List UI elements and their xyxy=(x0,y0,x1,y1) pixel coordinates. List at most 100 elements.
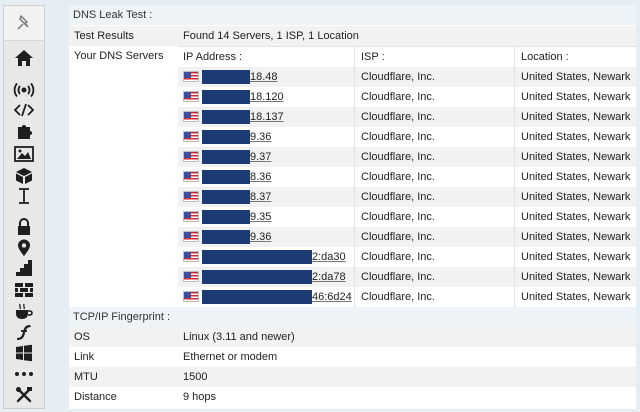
fingerprint-value: 1500 xyxy=(183,371,208,383)
ip-address-link[interactable]: 18.48 xyxy=(250,67,278,87)
us-flag-icon xyxy=(183,71,199,82)
location-cell: United States, Newark xyxy=(521,191,631,203)
us-flag-icon xyxy=(183,291,199,302)
us-flag-icon xyxy=(183,91,199,102)
dns-server-row: 18.120 Cloudflare, Inc. United States, New… xyxy=(178,87,636,107)
cube-icon[interactable] xyxy=(8,166,40,186)
fingerprint-label: Link xyxy=(74,351,95,363)
location-cell: United States, Newark xyxy=(521,251,631,263)
fingerprint-row-link: Link Ethernet or modem xyxy=(69,347,636,367)
fingerprint-label: MTU xyxy=(74,371,98,383)
fingerprint-row-distance: Distance 9 hops xyxy=(69,387,636,407)
dns-leak-heading-text: DNS Leak Test : xyxy=(73,9,153,21)
dns-server-row: 9.35 Cloudflare, Inc. United States, Newar… xyxy=(178,207,636,227)
us-flag-icon xyxy=(183,151,199,162)
us-flag-icon xyxy=(183,251,199,262)
location-cell: United States, Newark xyxy=(521,91,631,103)
us-flag-icon xyxy=(183,271,199,282)
fingerprint-value: Linux (3.11 and newer) xyxy=(183,331,295,343)
ip-address-link[interactable]: 8.36 xyxy=(250,167,271,187)
windows-icon[interactable] xyxy=(8,343,40,363)
ip-address-link[interactable]: 18.137 xyxy=(250,107,284,127)
location-pin-icon[interactable] xyxy=(8,238,40,258)
redacted-ip-block xyxy=(202,290,312,304)
column-divider xyxy=(354,47,355,307)
dns-server-row: 8.37 Cloudflare, Inc. United States, Newar… xyxy=(178,187,636,207)
text-cursor-icon[interactable] xyxy=(8,186,40,206)
home-icon[interactable] xyxy=(8,48,40,68)
redacted-ip-block xyxy=(202,130,250,144)
puzzle-icon[interactable] xyxy=(8,121,40,141)
isp-cell: Cloudflare, Inc. xyxy=(361,211,435,223)
flash-icon[interactable] xyxy=(8,322,40,342)
column-divider xyxy=(514,47,515,307)
test-results-label: Test Results xyxy=(74,30,134,42)
fingerprint-value: Ethernet or modem xyxy=(183,351,278,363)
dns-servers-label: Your DNS Servers xyxy=(74,50,164,62)
ip-address-link[interactable]: 9.36 xyxy=(250,127,271,147)
test-results-value: Found 14 Servers, 1 ISP, 1 Location xyxy=(183,30,359,42)
lock-icon[interactable] xyxy=(8,217,40,237)
redacted-ip-block xyxy=(202,230,250,244)
dns-server-row: 8.36 Cloudflare, Inc. United States, Newar… xyxy=(178,167,636,187)
dns-server-row: 46:6d24 Cloudflare, Inc. United States, Ne… xyxy=(178,287,636,307)
us-flag-icon xyxy=(183,111,199,122)
fingerprint-value: 9 hops xyxy=(183,391,217,403)
dns-servers-header: IP Address : ISP : Location : xyxy=(178,47,636,67)
isp-cell: Cloudflare, Inc. xyxy=(361,271,435,283)
col-isp: ISP : xyxy=(361,51,385,63)
isp-cell: Cloudflare, Inc. xyxy=(361,191,435,203)
coffee-cup-icon[interactable] xyxy=(8,302,40,322)
dns-server-row: 9.36 Cloudflare, Inc. United States, Newar… xyxy=(178,227,636,247)
fingerprint-row-os: OS Linux (3.11 and newer) xyxy=(69,327,636,347)
redacted-ip-block xyxy=(202,150,250,164)
isp-cell: Cloudflare, Inc. xyxy=(361,291,435,303)
us-flag-icon xyxy=(183,191,199,202)
location-cell: United States, Newark xyxy=(521,271,631,283)
broadcast-icon[interactable] xyxy=(8,80,40,100)
redacted-ip-block xyxy=(202,90,250,104)
results-panel: DNS Leak Test : Test Results Found 14 Se… xyxy=(69,5,636,409)
location-cell: United States, Newark xyxy=(521,111,631,123)
ip-address-link[interactable]: 9.36 xyxy=(250,227,271,247)
redacted-ip-block xyxy=(202,170,250,184)
ip-address-link[interactable]: 2:da78 xyxy=(312,267,346,287)
isp-cell: Cloudflare, Inc. xyxy=(361,231,435,243)
fingerprint-label: Distance xyxy=(74,391,117,403)
col-location: Location : xyxy=(521,51,569,63)
dns-servers-body: 18.48 Cloudflare, Inc. United States, Newa… xyxy=(178,67,636,307)
redacted-ip-block xyxy=(202,250,312,264)
us-flag-icon xyxy=(183,171,199,182)
ip-address-link[interactable]: 46:6d24 xyxy=(312,287,352,307)
ip-address-link[interactable]: 8.37 xyxy=(250,187,271,207)
redacted-ip-block xyxy=(202,70,250,84)
tools-icon[interactable] xyxy=(8,385,40,405)
location-cell: United States, Newark xyxy=(521,131,631,143)
isp-cell: Cloudflare, Inc. xyxy=(361,111,435,123)
redacted-ip-block xyxy=(202,190,250,204)
fingerprint-heading: TCP/IP Fingerprint : xyxy=(69,307,636,327)
ip-address-link[interactable]: 18.120 xyxy=(250,87,284,107)
us-flag-icon xyxy=(183,211,199,222)
code-icon[interactable] xyxy=(8,100,40,120)
redacted-ip-block xyxy=(202,110,250,124)
location-cell: United States, Newark xyxy=(521,291,631,303)
stairs-icon[interactable] xyxy=(8,258,40,278)
fingerprint-row-mtu: MTU 1500 xyxy=(69,367,636,387)
ip-address-link[interactable]: 2:da30 xyxy=(312,247,346,267)
location-cell: United States, Newark xyxy=(521,171,631,183)
sidebar xyxy=(3,5,45,409)
image-icon[interactable] xyxy=(8,144,40,164)
ip-address-link[interactable]: 9.35 xyxy=(250,207,271,227)
isp-cell: Cloudflare, Inc. xyxy=(361,251,435,263)
more-icon[interactable] xyxy=(8,364,40,384)
brick-wall-icon[interactable] xyxy=(8,280,40,300)
dns-server-row: 9.37 Cloudflare, Inc. United States, Newar… xyxy=(178,147,636,167)
pin-icon[interactable] xyxy=(8,13,40,33)
col-ip-address: IP Address : xyxy=(183,51,243,63)
us-flag-icon xyxy=(183,131,199,142)
ip-address-link[interactable]: 9.37 xyxy=(250,147,271,167)
isp-cell: Cloudflare, Inc. xyxy=(361,91,435,103)
isp-cell: Cloudflare, Inc. xyxy=(361,171,435,183)
sidebar-pin-area xyxy=(4,6,44,41)
